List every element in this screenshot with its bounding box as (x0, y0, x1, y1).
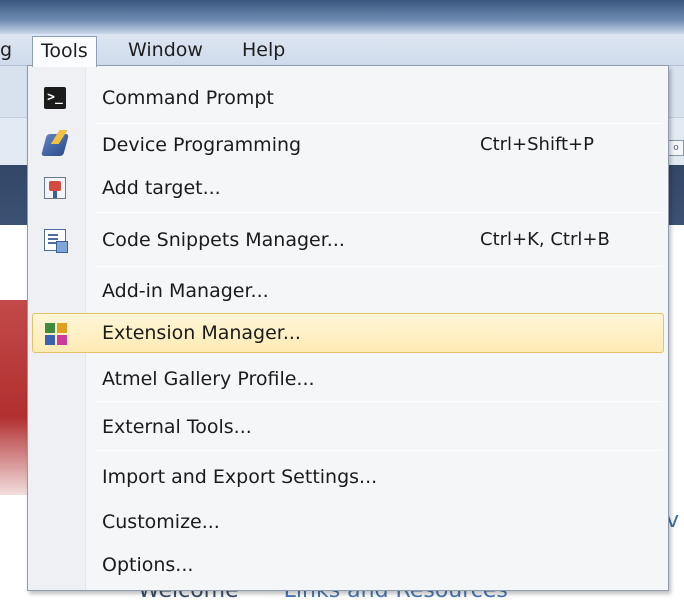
menu-separator (96, 401, 662, 402)
menu-item-code-snippets-manager[interactable]: Code Snippets Manager... Ctrl+K, Ctrl+B (32, 220, 664, 260)
menu-item-device-programming[interactable]: Device Programming Ctrl+Shift+P (32, 125, 664, 165)
menu-help[interactable]: Help (236, 36, 291, 64)
menu-item-options[interactable]: Options... (32, 545, 664, 585)
extension-manager-icon (45, 323, 67, 345)
menu-item-label: External Tools... (102, 416, 252, 438)
menu-item-label: Add-in Manager... (102, 280, 269, 302)
menu-item-label: Import and Export Settings... (102, 466, 378, 488)
menu-item-label: Device Programming (102, 134, 302, 156)
menu-item-label: Command Prompt (102, 87, 274, 109)
menu-window[interactable]: Window (122, 36, 209, 64)
menu-tools[interactable]: Tools (32, 36, 97, 67)
menu-item-command-prompt[interactable]: >_ Command Prompt (32, 78, 664, 118)
menu-partial-item[interactable]: g (0, 36, 18, 64)
menu-item-label: Add target... (102, 177, 221, 199)
menu-item-add-in-manager[interactable]: Add-in Manager... (32, 271, 664, 311)
menu-item-import-export-settings[interactable]: Import and Export Settings... (32, 457, 664, 497)
menu-item-label: Options... (102, 554, 194, 576)
window-title-area (0, 0, 684, 34)
start-page-banner (0, 300, 30, 495)
menu-separator (96, 123, 662, 124)
menu-item-label: Code Snippets Manager... (102, 229, 345, 251)
menu-item-extension-manager[interactable]: Extension Manager... (32, 313, 664, 353)
toolbar-dropdown-box[interactable]: o (668, 140, 684, 156)
menu-item-shortcut: Ctrl+Shift+P (480, 134, 594, 155)
menu-separator (96, 266, 662, 267)
add-target-icon (44, 177, 66, 199)
menu-item-label: Extension Manager... (102, 322, 301, 344)
code-snippets-icon (44, 229, 68, 253)
tools-dropdown-menu: >_ Command Prompt Device Programming Ctr… (27, 65, 669, 591)
menu-separator (96, 450, 662, 451)
menu-item-label: Atmel Gallery Profile... (102, 368, 315, 390)
menu-item-external-tools[interactable]: External Tools... (32, 407, 664, 447)
menu-item-customize[interactable]: Customize... (32, 502, 664, 542)
menu-separator (96, 212, 662, 213)
menu-item-label: Customize... (102, 511, 220, 533)
command-prompt-icon: >_ (44, 87, 66, 109)
menu-item-atmel-gallery-profile[interactable]: Atmel Gallery Profile... (32, 359, 664, 399)
menu-item-shortcut: Ctrl+K, Ctrl+B (480, 229, 610, 250)
menu-bar: g Tools Window Help (0, 34, 684, 67)
menu-item-add-target[interactable]: Add target... (32, 168, 664, 208)
device-programming-icon (41, 134, 69, 156)
